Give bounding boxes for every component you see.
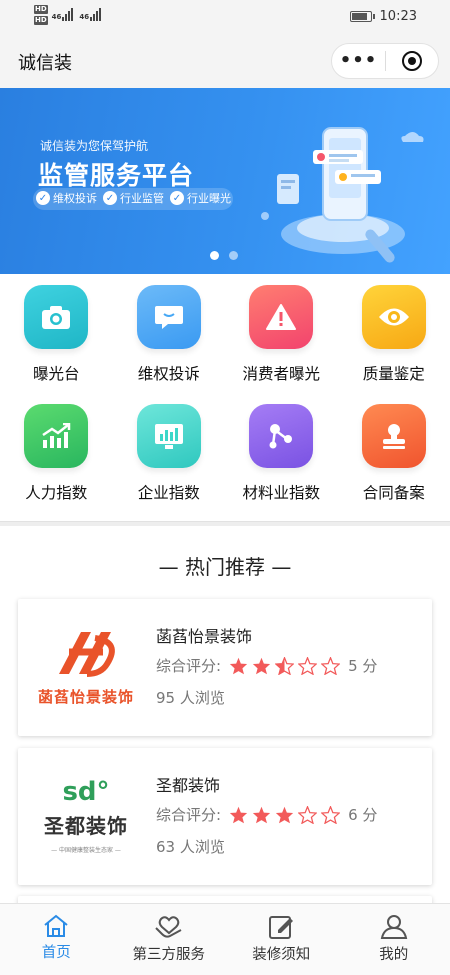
feature-label: 维权投诉 [137,365,200,383]
rating-row: 综合评分: 5 分 [156,655,377,676]
banner-pagination[interactable] [210,251,238,260]
signal-icon: 46 46 [52,7,102,21]
edit-icon [269,916,294,939]
feature-item-complaint[interactable]: 维权投诉 [113,285,226,384]
feature-item-labor-index[interactable]: 人力指数 [0,404,113,503]
rating-stars [229,805,341,824]
feature-label: 材料业指数 [242,484,320,502]
feature-label: 消费者曝光 [242,365,320,383]
rating-label: 综合评分: [156,806,222,824]
rating-score: 6 分 [348,806,378,824]
company-name: 菡萏怡景装饰 [156,627,253,646]
company-logo: 菡萏怡景装饰 [30,615,142,719]
battery-icon [349,11,375,22]
eye-icon [361,285,426,349]
logo-text: 圣都装饰 [44,814,128,838]
star-filled-icon [252,657,271,674]
feature-item-quality-check[interactable]: 质量鉴定 [338,285,450,384]
tab-label: 我的 [379,947,409,963]
home-icon [44,914,68,937]
section-divider [0,521,450,526]
feature-item-contract-filing[interactable]: 合同备案 [338,404,450,503]
banner-tag: ✓ 维权投诉 [36,190,97,206]
logo-text: 菡萏怡景装饰 [37,687,134,706]
logo-mark: sd° [62,777,110,807]
star-empty-icon [298,805,318,824]
tab-label: 装修须知 [252,947,311,963]
feature-item-material-index[interactable]: 材料业指数 [225,404,338,503]
rating-label: 综合评分: [156,657,222,675]
tab-label: 首页 [41,945,71,961]
molecule-icon [249,404,314,468]
tab-label: 第三方服务 [132,947,206,963]
star-empty-icon [298,656,318,675]
check-icon: ✓ [170,191,184,205]
bottom-tab-bar: 首页 第三方服务 装修须知 我的 [0,903,450,975]
close-button[interactable] [386,51,438,71]
star-filled-icon [229,806,248,823]
feature-item-company-index[interactable]: 企业指数 [113,404,226,503]
feature-item-consumer-exposure[interactable]: 消费者曝光 [225,285,338,384]
star-half-icon [275,656,295,675]
star-filled-icon [229,657,248,674]
rating-row: 综合评分: 6 分 [156,804,377,825]
hot-recommend-title: — 热门推荐 — [158,555,292,579]
chat-icon [136,285,201,349]
camera-icon [24,285,89,349]
hd-icon: HD HD [34,5,48,25]
promo-banner[interactable]: 诚信装为您保驾护航 监管服务平台 ✓ 维权投诉 ✓ 行业监管 ✓ 行业曝光 [0,88,450,274]
banner-subtitle: 诚信装为您保驾护航 [40,139,149,153]
pagination-dot[interactable] [229,251,238,260]
bar-chart-icon [136,404,201,468]
warning-icon [249,285,314,349]
view-count: 63 人浏览 [156,838,225,856]
tab-mine[interactable]: 我的 [338,904,450,975]
feature-label: 曝光台 [32,365,80,383]
feature-item-exposure[interactable]: 曝光台 [0,285,113,384]
more-button[interactable]: ••• [332,46,385,76]
company-card[interactable]: sd° 圣都装饰 — 中国健康整装生态家 — 圣都装饰 综合评分: 6 分 63… [18,748,432,885]
banner-title: 监管服务平台 [38,161,195,190]
star-filled-icon [275,806,294,823]
star-empty-icon [321,805,341,824]
page-title: 诚信装 [18,53,72,74]
handshake-icon [155,916,182,938]
tab-home[interactable]: 首页 [0,904,113,975]
check-icon: ✓ [36,191,50,205]
hd-logo-icon [59,631,115,677]
check-icon: ✓ [103,191,117,205]
tab-renovation-guide[interactable]: 装修须知 [225,904,338,975]
feature-label: 质量鉴定 [362,365,425,383]
banner-tag: ✓ 行业曝光 [170,190,231,206]
growth-chart-icon [24,404,89,468]
miniprogram-capsule: ••• [331,43,439,79]
phone-illustration-icon [261,127,424,263]
feature-label: 企业指数 [137,484,200,502]
logo-slogan: — 中国健康整装生态家 — [51,847,121,854]
star-filled-icon [252,806,271,823]
nav-bar: 诚信装 ••• [0,36,450,88]
clock: 10:23 [379,9,417,24]
star-empty-icon [321,656,341,675]
company-name: 圣都装饰 [156,776,221,795]
user-icon [380,915,407,939]
banner-tag: ✓ 行业监管 [103,190,164,206]
tab-third-party[interactable]: 第三方服务 [113,904,226,975]
feature-label: 人力指数 [25,484,88,502]
view-count: 95 人浏览 [156,689,225,707]
company-card[interactable]: 菡萏怡景装饰 菡萏怡景装饰 综合评分: 5 分 95 人浏览 [18,599,432,736]
feature-grid: 曝光台 维权投诉 消费者曝光 质量鉴定 人力指数 企业指数 材料业指数 合同备案 [0,285,450,503]
feature-label: 合同备案 [362,484,425,502]
status-bar: HD HD 46 46 10:23 [0,0,450,36]
close-circle-icon [402,51,422,71]
rating-score: 5 分 [348,657,378,675]
pagination-dot[interactable] [210,251,219,260]
rating-stars [229,656,341,675]
company-logo: sd° 圣都装饰 — 中国健康整装生态家 — [30,764,142,868]
stamp-icon [361,404,426,468]
